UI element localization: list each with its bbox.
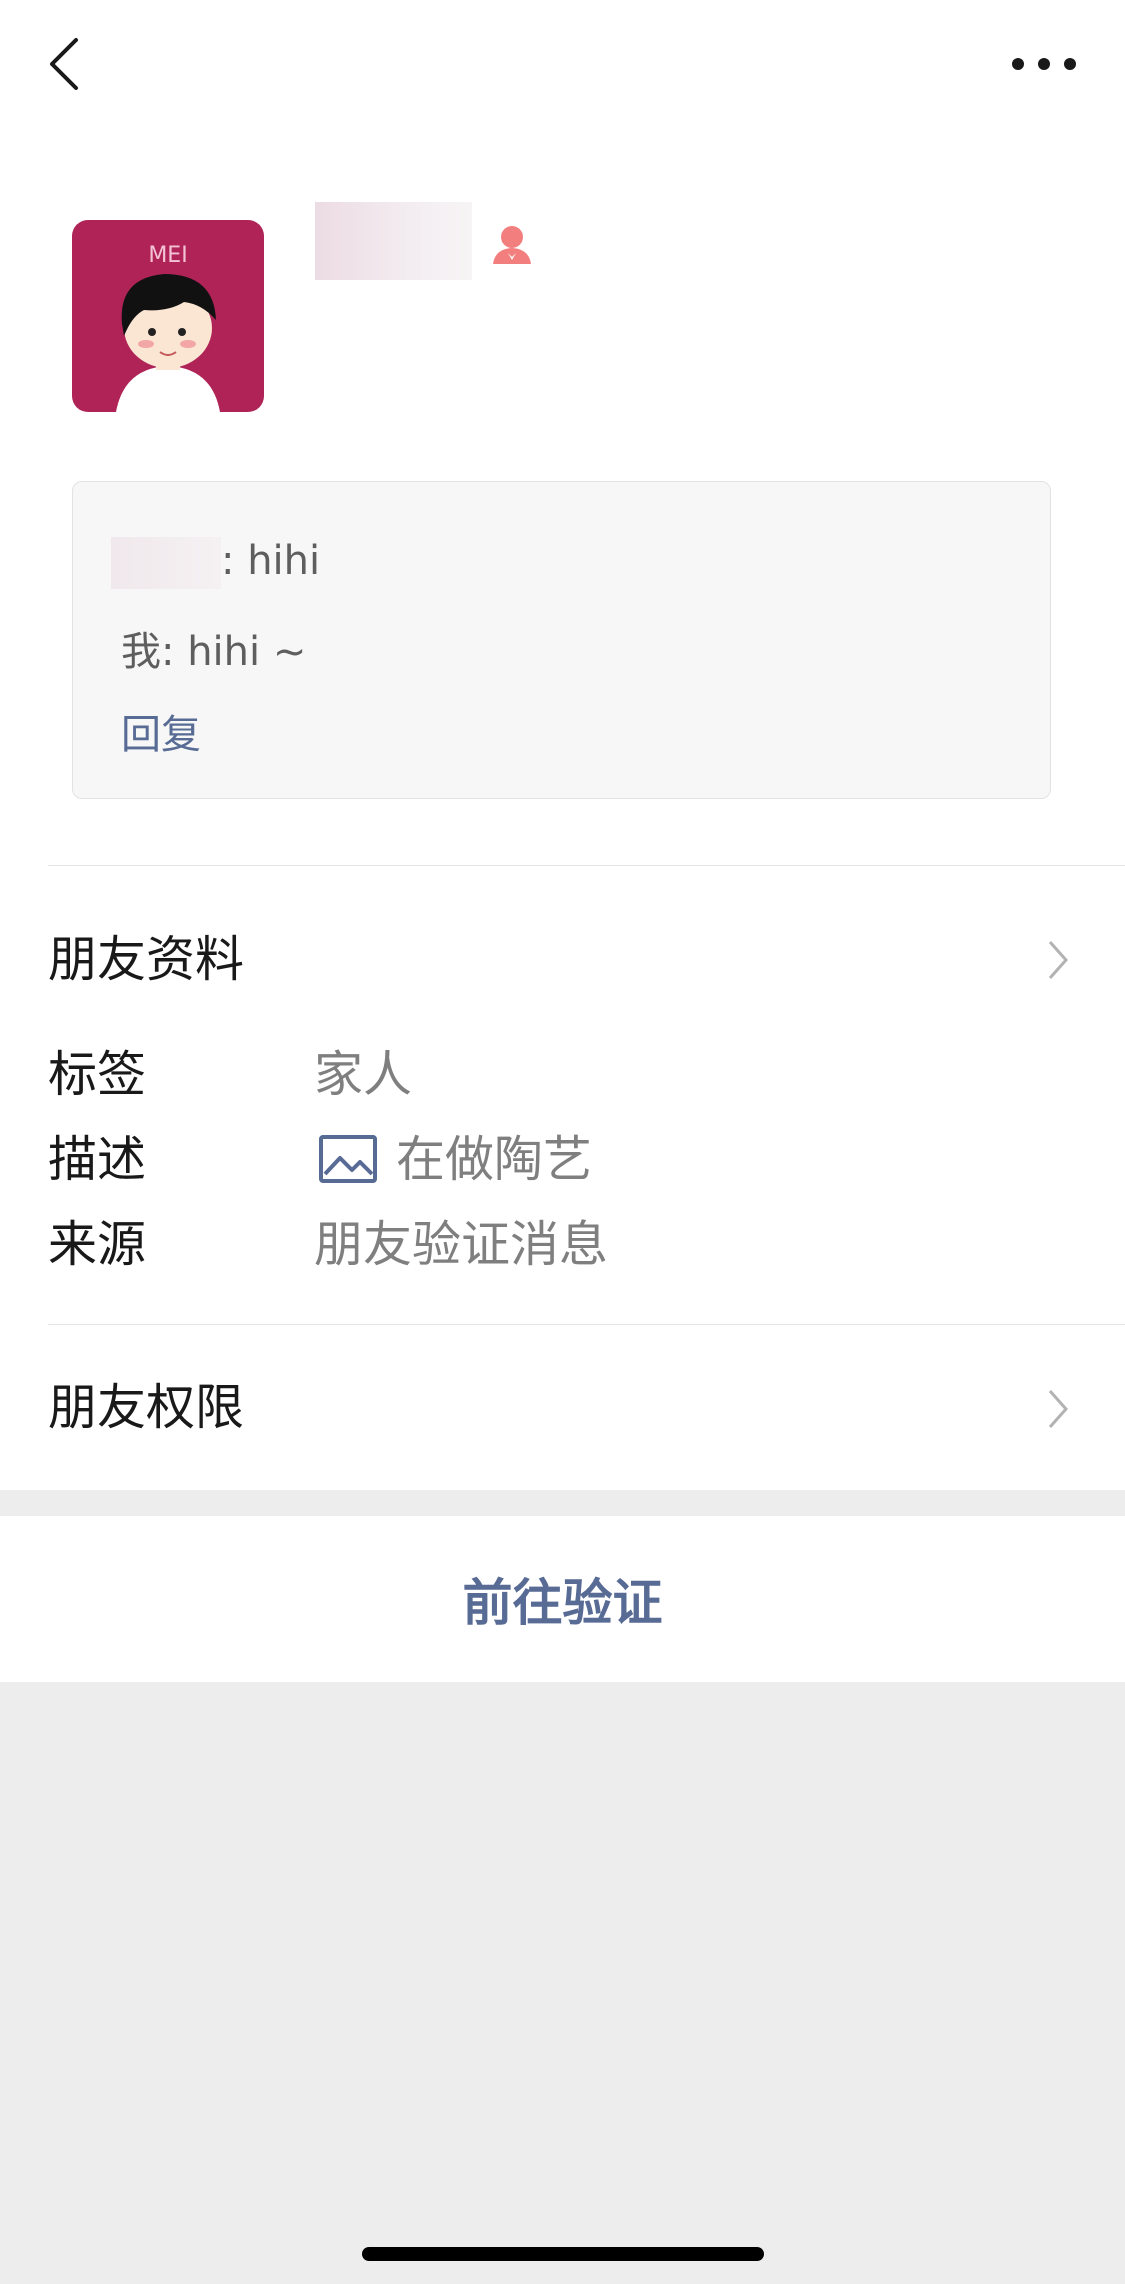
source-value: 朋友验证消息 [314,1216,609,1273]
verify-section: 前往验证 [0,1516,1125,1682]
section-gap [0,1490,1125,1516]
greeting-messages: : hihi 我: hihi ~ 回复 [72,481,1051,799]
image-icon[interactable] [318,1134,378,1184]
reply-link[interactable]: 回复 [121,702,201,760]
nickname-redacted [315,202,472,280]
chevron-right-icon [1048,941,1069,979]
avatar[interactable]: MEI [72,220,264,412]
sender-name-redacted [111,537,221,589]
description-label: 描述 [48,1131,147,1188]
more-dots-icon[interactable] [1004,44,1084,84]
message-line-2: 我: hihi ~ [121,629,307,675]
message-line-1: : hihi [221,538,321,584]
tag-value: 家人 [314,1046,413,1103]
source-label: 来源 [48,1216,147,1273]
home-indicator[interactable] [362,2247,764,2261]
friend-permissions-title: 朋友权限 [48,1379,245,1436]
friend-info-title: 朋友资料 [48,931,245,988]
avatar-illustration: MEI [116,243,220,412]
chevron-left-icon[interactable] [42,34,86,94]
chevron-right-icon [1048,1390,1069,1428]
divider [48,1324,1125,1325]
description-value: 在做陶艺 [396,1131,593,1188]
female-user-icon [493,226,531,264]
divider [48,865,1125,866]
profile-card: MEI : hihi 我: hihi ~ 回复 朋友资料 标签 家人 描述 在做… [0,0,1125,1490]
avatar-logo-text: MEI [148,243,187,268]
tag-label: 标签 [48,1046,147,1103]
go-verify-button[interactable]: 前往验证 [0,1516,1125,1682]
